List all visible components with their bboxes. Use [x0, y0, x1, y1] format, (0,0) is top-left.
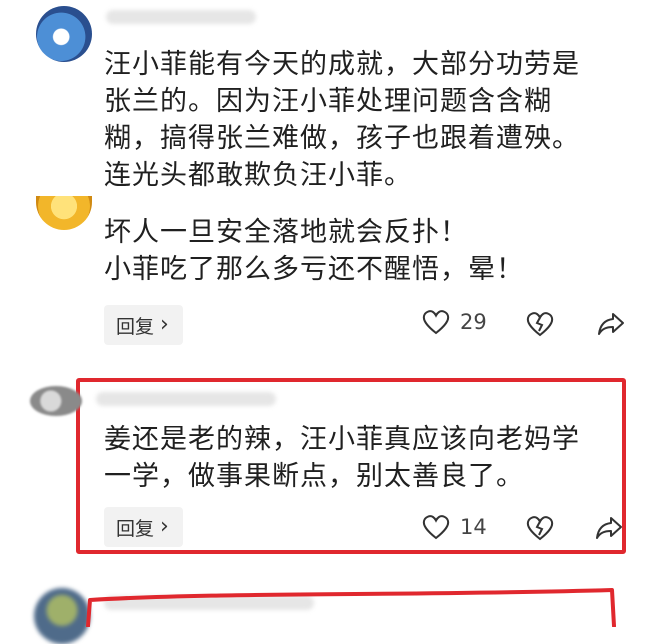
reply-label: 回复 [116, 517, 155, 540]
chevron-right-icon: › [160, 312, 169, 337]
comment-line: 连光头都敢欺负汪小菲。 [104, 160, 412, 191]
share-icon [596, 517, 622, 539]
avatar[interactable] [30, 386, 82, 416]
comment-line: 小菲吃了那么多亏还不醒悟，晕！ [104, 254, 524, 285]
highlight-scribble [86, 588, 616, 627]
avatar[interactable] [36, 196, 92, 230]
heart-icon [422, 515, 450, 540]
reply-button[interactable]: 回复 › [104, 305, 183, 345]
comment-line: 糊，搞得张兰难做，孩子也跟着遭殃。 [104, 123, 580, 154]
broken-heart-icon [526, 312, 554, 337]
share-icon [598, 313, 624, 335]
share-button[interactable] [596, 311, 626, 341]
comment-line: 张兰的。因为汪小菲处理问题含含糊 [104, 86, 552, 117]
comment-line: 一学，做事果断点，别太善良了。 [104, 461, 524, 492]
share-button[interactable] [594, 515, 624, 545]
reply-button[interactable]: 回复 › [104, 507, 183, 547]
dislike-button[interactable] [526, 311, 554, 341]
like-button[interactable]: 14 [422, 514, 487, 540]
comment-line: 姜还是老的辣，汪小菲真应该向老妈学 [104, 424, 580, 455]
avatar[interactable] [36, 6, 92, 62]
like-count: 29 [460, 310, 487, 334]
reply-label: 回复 [116, 315, 155, 338]
like-button[interactable]: 29 [422, 309, 487, 335]
broken-heart-icon [526, 516, 554, 541]
comment-text: 汪小菲能有今天的成就，大部分功劳是 张兰的。因为汪小菲处理问题含含糊 糊，搞得张… [104, 46, 634, 194]
comment-line: 汪小菲能有今天的成就，大部分功劳是 [104, 49, 580, 80]
dislike-button[interactable] [526, 515, 554, 545]
comment-text: 坏人一旦安全落地就会反扑！ 小菲吃了那么多亏还不醒悟，晕！ [104, 214, 634, 288]
username-blurred [96, 392, 276, 406]
heart-icon [422, 310, 450, 335]
comment-line: 坏人一旦安全落地就会反扑！ [104, 217, 468, 248]
chevron-right-icon: › [160, 514, 169, 539]
username-blurred [106, 10, 256, 24]
comment-text: 姜还是老的辣，汪小菲真应该向老妈学 一学，做事果断点，别太善良了。 [104, 421, 624, 495]
like-count: 14 [460, 515, 487, 539]
